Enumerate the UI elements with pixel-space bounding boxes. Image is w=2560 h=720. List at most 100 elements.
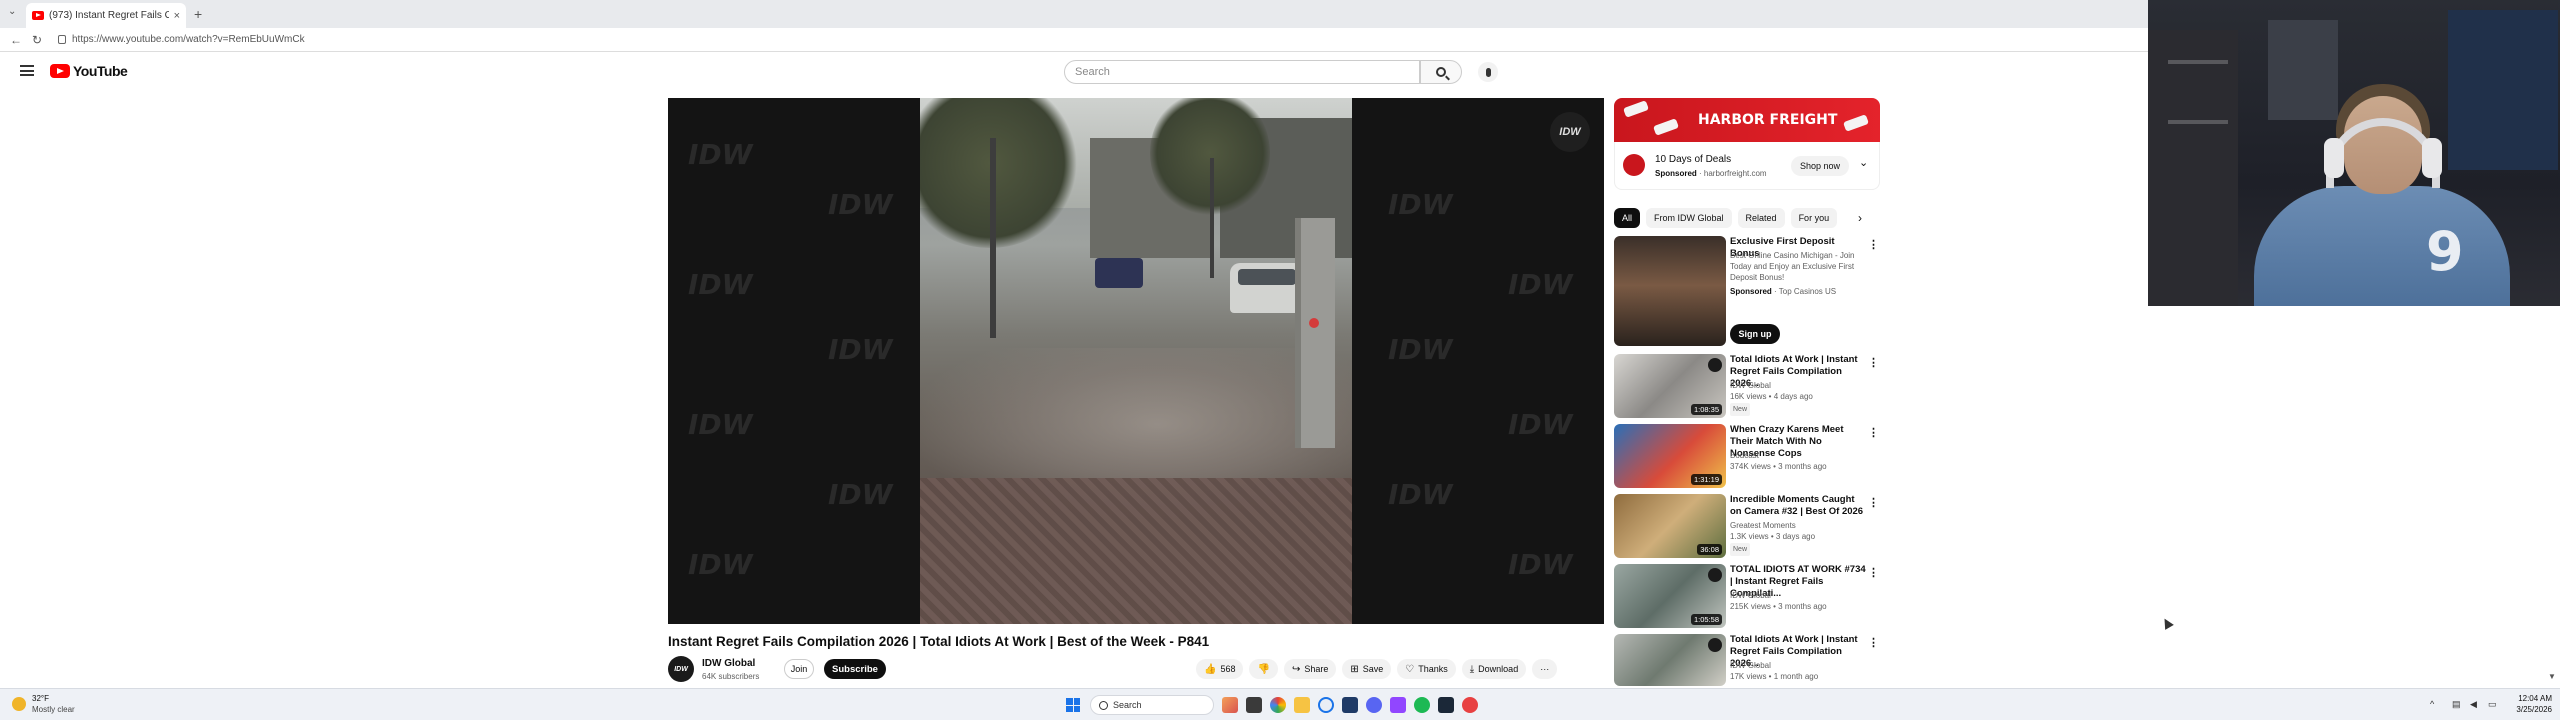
sign-up-button[interactable]: Sign up xyxy=(1730,324,1780,344)
url-field[interactable]: https://www.youtube.com/watch?v=RemEbUuW… xyxy=(72,34,305,45)
ad-sponsored-label: Sponsored xyxy=(1655,169,1697,178)
channel-badge-icon xyxy=(1708,568,1722,582)
shop-now-button[interactable]: Shop now xyxy=(1791,156,1849,176)
close-tab-icon[interactable]: × xyxy=(174,10,180,22)
browser-icon[interactable] xyxy=(1318,697,1334,713)
steam-icon[interactable] xyxy=(1438,697,1454,713)
tab-menu-icon[interactable]: ⌄ xyxy=(8,6,16,17)
watermark: IDW xyxy=(688,408,753,441)
watermark: IDW xyxy=(688,548,753,581)
weather-icon[interactable] xyxy=(12,697,26,711)
spotify-icon[interactable] xyxy=(1414,697,1430,713)
dislike-button[interactable]: 👎 xyxy=(1249,659,1278,679)
subscribe-button[interactable]: Subscribe xyxy=(824,659,886,679)
youtube-logo[interactable]: YouTube xyxy=(50,63,128,79)
thumbnail: 1:31:19 xyxy=(1614,424,1726,488)
clock-date[interactable]: 3/25/2026 xyxy=(2512,705,2552,714)
twitch-icon[interactable] xyxy=(1390,697,1406,713)
browser-tab-bar: ⌄ (973) Instant Regret Fails Com × + xyxy=(0,0,2148,28)
file-explorer-icon[interactable] xyxy=(1294,697,1310,713)
thanks-button[interactable]: ♡ Thanks xyxy=(1397,659,1456,679)
channel-avatar[interactable]: IDW xyxy=(668,656,694,682)
thumbs-up-icon: 👍 xyxy=(1204,663,1217,675)
video-van xyxy=(1095,258,1143,288)
more-options-icon[interactable]: ⋮ xyxy=(1868,426,1879,439)
duration-badge: 36:08 xyxy=(1697,544,1722,555)
windows-start-icon[interactable] xyxy=(1066,698,1080,712)
more-options-icon[interactable]: ⋮ xyxy=(1868,238,1879,251)
list-item[interactable]: 1:31:19 When Crazy Karens Meet Their Mat… xyxy=(1614,424,1884,488)
video-signal-box xyxy=(1295,218,1335,448)
watermark: IDW xyxy=(688,268,753,301)
youtube-play-icon xyxy=(50,64,70,78)
duration-badge: 1:05:58 xyxy=(1690,614,1722,625)
sponsored-card[interactable]: Exclusive First Deposit Bonus Best Onlin… xyxy=(1614,236,1884,346)
more-actions-button[interactable]: ··· xyxy=(1532,659,1558,679)
youtube-favicon-icon xyxy=(32,11,44,20)
chevron-down-icon[interactable]: ⌄ xyxy=(1859,156,1868,169)
ad-title[interactable]: 10 Days of Deals xyxy=(1655,154,1731,165)
more-options-icon[interactable]: ⋮ xyxy=(1868,356,1879,369)
list-item[interactable]: 1:08:35 Total Idiots At Work | Instant R… xyxy=(1614,354,1884,418)
mouse-cursor-icon xyxy=(2160,616,2174,630)
more-options-icon[interactable]: ⋮ xyxy=(1868,566,1879,579)
voice-search-button[interactable] xyxy=(1478,62,1498,82)
like-button[interactable]: 👍 568 xyxy=(1196,659,1244,679)
network-icon[interactable]: ▤ xyxy=(2452,699,2461,710)
download-button[interactable]: ⤓ Download xyxy=(1461,659,1527,679)
chrome-icon[interactable] xyxy=(1270,697,1286,713)
thumbnail: 36:08 xyxy=(1614,494,1726,558)
battery-icon[interactable]: ▭ xyxy=(2488,699,2497,710)
list-item[interactable]: 36:08 Incredible Moments Caught on Camer… xyxy=(1614,494,1884,558)
video-card-channel: IDW Global xyxy=(1730,661,1771,670)
video-card-meta: 16K views • 4 days ago xyxy=(1730,392,1813,401)
video-player[interactable]: IDW IDW IDW IDW IDW IDW IDW IDW IDW IDW … xyxy=(668,98,1604,624)
browser-tab[interactable]: (973) Instant Regret Fails Com × xyxy=(26,3,186,28)
thanks-icon: ♡ xyxy=(1405,663,1415,675)
search-button[interactable] xyxy=(1420,60,1462,84)
scroll-down-icon[interactable]: ▼ xyxy=(2548,672,2556,681)
list-item[interactable]: 1:05:58 TOTAL IDIOTS AT WORK #734 | Inst… xyxy=(1614,564,1884,628)
tool-graphic-icon xyxy=(1623,100,1649,118)
more-options-icon[interactable]: ⋮ xyxy=(1868,636,1879,649)
screen: ⌄ (973) Instant Regret Fails Com × + ← ↻… xyxy=(0,0,2560,720)
watermark: IDW xyxy=(1388,333,1453,366)
app-icon[interactable] xyxy=(1462,697,1478,713)
video-car xyxy=(1230,263,1304,313)
watermark: IDW xyxy=(828,333,893,366)
new-tab-button[interactable]: + xyxy=(194,6,202,22)
channel-badge-icon xyxy=(1708,638,1722,652)
chevron-right-icon[interactable]: › xyxy=(1858,211,1862,225)
webcam-poster xyxy=(2448,10,2558,170)
chip-for-you[interactable]: For you xyxy=(1790,208,1838,228)
chip-related[interactable]: Related xyxy=(1737,208,1785,228)
watermark: IDW xyxy=(828,478,893,511)
watermark: IDW xyxy=(1508,408,1573,441)
clock-time[interactable]: 12:04 AM xyxy=(2512,694,2552,703)
hamburger-menu-icon[interactable] xyxy=(20,65,34,76)
weather-description: Mostly clear xyxy=(32,705,75,714)
share-icon: ↪ xyxy=(1291,663,1301,675)
task-view-icon[interactable] xyxy=(1246,697,1262,713)
thumbnail xyxy=(1614,634,1726,686)
reload-button[interactable]: ↻ xyxy=(32,33,42,47)
discord-icon[interactable] xyxy=(1366,697,1382,713)
webcam-overlay: 9 xyxy=(2148,0,2560,306)
chip-from-channel[interactable]: From IDW Global xyxy=(1646,208,1732,228)
chip-all[interactable]: All xyxy=(1614,208,1641,228)
tray-chevron-icon[interactable]: ^ xyxy=(2430,699,2434,709)
more-options-icon[interactable]: ⋮ xyxy=(1868,496,1879,509)
app-icon[interactable] xyxy=(1342,697,1358,713)
channel-name[interactable]: IDW Global xyxy=(702,658,755,669)
taskbar-search[interactable]: Search xyxy=(1090,695,1214,715)
search-input[interactable]: Search xyxy=(1064,60,1420,84)
volume-icon[interactable]: ◀ xyxy=(2470,699,2477,710)
share-button[interactable]: ↪ Share xyxy=(1283,659,1337,679)
app-icon[interactable] xyxy=(1222,697,1238,713)
join-button[interactable]: Join xyxy=(784,659,814,679)
list-item[interactable]: Total Idiots At Work | Instant Regret Fa… xyxy=(1614,634,1884,686)
back-button[interactable]: ← xyxy=(10,33,22,47)
save-button[interactable]: ⊞ Save xyxy=(1342,659,1392,679)
video-card-meta: 1.3K views • 3 days ago xyxy=(1730,532,1816,541)
ad-banner[interactable]: HARBOR FREIGHT xyxy=(1614,98,1880,142)
